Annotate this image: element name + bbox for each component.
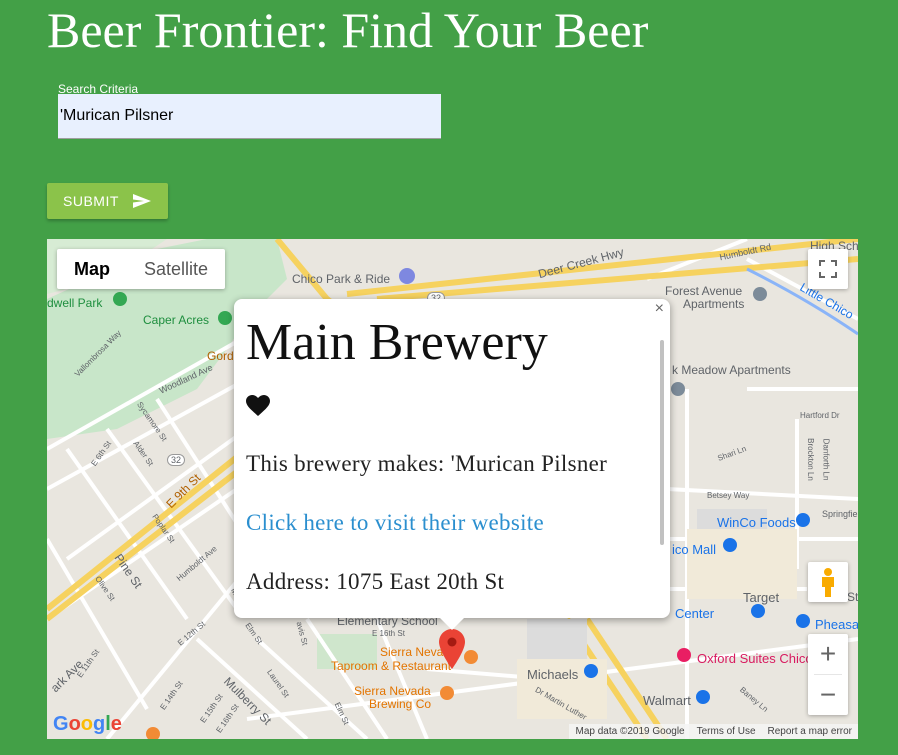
page-title: Beer Frontier: Find Your Beer: [47, 2, 649, 58]
map-type-map-button[interactable]: Map: [57, 249, 127, 289]
zoom-control: + −: [808, 634, 848, 715]
zoom-in-button[interactable]: +: [808, 634, 848, 674]
send-icon: [132, 194, 151, 208]
map-marker-icon[interactable]: [439, 629, 465, 669]
info-window-scrollbar[interactable]: [660, 340, 664, 545]
map-type-satellite-button[interactable]: Satellite: [127, 249, 225, 289]
google-logo[interactable]: Google: [53, 713, 122, 736]
terms-of-use-link[interactable]: Terms of Use: [697, 724, 756, 739]
map-type-control: Map Satellite: [57, 249, 226, 289]
map-data-attribution: Map data ©2019 Google: [575, 726, 685, 737]
map[interactable]: Deer Creek Hwy Chico Park & Ride Humbold…: [47, 239, 858, 739]
heart-icon[interactable]: [246, 395, 270, 417]
website-link[interactable]: Click here to visit their website: [246, 510, 544, 536]
zoom-out-button[interactable]: −: [808, 675, 848, 715]
brewery-makes-text: This brewery makes: 'Murican Pilsner: [246, 451, 608, 476]
submit-button[interactable]: SUBMIT: [47, 183, 168, 219]
search-input[interactable]: [58, 94, 441, 139]
map-footer: Map data ©2019 Google Terms of Use Repor…: [569, 724, 858, 739]
street-view-button[interactable]: [808, 562, 848, 602]
brewery-name: Main Brewery: [246, 314, 548, 371]
close-icon[interactable]: ×: [655, 300, 664, 318]
fullscreen-button[interactable]: [808, 249, 848, 289]
brewery-address: Address: 1075 East 20th St: [246, 569, 505, 594]
submit-label: SUBMIT: [63, 193, 119, 209]
pegman-icon: [822, 568, 834, 597]
fullscreen-icon: [819, 260, 837, 278]
info-window: × Main Brewery This brewery makes: 'Muri…: [234, 299, 670, 630]
report-map-error-link[interactable]: Report a map error: [768, 724, 852, 739]
